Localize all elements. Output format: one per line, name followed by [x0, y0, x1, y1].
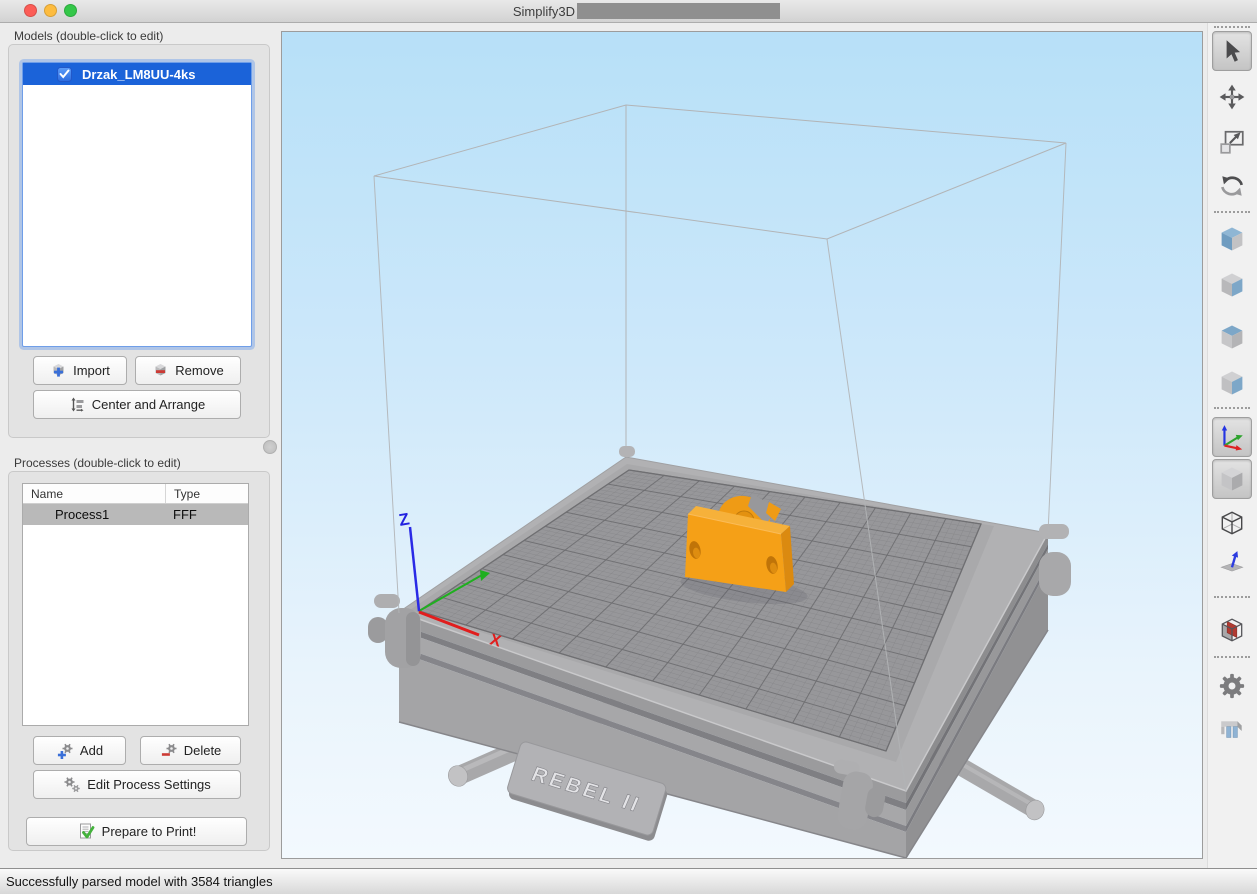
remove-cube-icon [152, 363, 169, 379]
edit-process-icon [63, 776, 81, 793]
z-axis-label: Z [397, 509, 411, 530]
build-volume-wireframe-back [374, 105, 1066, 457]
models-panel-label: Models (double-click to edit) [14, 29, 163, 43]
prepare-to-print-icon [77, 823, 96, 840]
cross-section-button[interactable] [1212, 610, 1252, 650]
add-process-icon [56, 742, 74, 759]
models-list[interactable]: Drzak_LM8UU-4ks [22, 62, 252, 347]
checkmark-icon [59, 69, 70, 79]
column-header-name[interactable]: Name [23, 484, 165, 503]
support-structures-icon [1218, 717, 1246, 745]
import-button-label: Import [73, 363, 110, 378]
toolbar-separator [1214, 211, 1250, 215]
surface-normal-icon [1218, 549, 1246, 577]
view-side-cube-icon [1217, 368, 1247, 398]
import-button[interactable]: Import [33, 356, 127, 385]
tool-scale-button[interactable] [1212, 122, 1252, 162]
tool-select-cursor-button[interactable] [1212, 31, 1252, 71]
axes-icon [1218, 423, 1246, 451]
process-type-cell: FFF [165, 507, 248, 522]
z-axis [410, 527, 419, 611]
column-header-type[interactable]: Type [165, 484, 248, 503]
delete-button-label: Delete [184, 743, 222, 758]
toolbar-separator [1214, 407, 1250, 411]
prepare-to-print-label: Prepare to Print! [102, 824, 197, 839]
scale-icon [1218, 128, 1246, 156]
center-and-arrange-button[interactable]: Center and Arrange [33, 390, 241, 419]
remove-button[interactable]: Remove [135, 356, 241, 385]
status-message: Successfully parsed model with 3584 tria… [6, 874, 273, 889]
cursor-icon [1218, 37, 1246, 65]
cross-section-icon [1218, 616, 1246, 644]
title-redaction-block [577, 3, 780, 19]
import-cube-icon [50, 363, 67, 379]
view-default-button[interactable] [1212, 219, 1252, 259]
window-title: Simplify3D [300, 4, 575, 19]
center-arrange-icon [69, 397, 86, 413]
view-bottom-button[interactable] [1212, 265, 1252, 305]
process-table-header: Name Type [23, 484, 248, 504]
process-row[interactable]: Process1 FFF [23, 504, 248, 525]
remove-button-label: Remove [175, 363, 223, 378]
process-name-cell: Process1 [23, 507, 165, 522]
move-icon [1218, 83, 1246, 111]
toggle-wireframe-button[interactable] [1212, 503, 1252, 543]
viewport-3d[interactable]: X Z REBEL II [281, 31, 1203, 859]
view-bottom-cube-icon [1217, 270, 1247, 300]
view-front-button[interactable] [1212, 317, 1252, 357]
delete-process-button[interactable]: Delete [140, 736, 241, 765]
model-name: Drzak_LM8UU-4ks [82, 67, 195, 82]
gear-icon [1217, 671, 1247, 701]
toolbar-separator [1214, 656, 1250, 660]
prepare-to-print-button[interactable]: Prepare to Print! [26, 817, 247, 846]
title-bar: Simplify3D [0, 0, 1257, 23]
scene-canvas: X Z REBEL II [282, 32, 1202, 858]
tool-move-button[interactable] [1212, 77, 1252, 117]
toggle-solid-model-button[interactable] [1212, 459, 1252, 499]
view-default-cube-icon [1217, 224, 1247, 254]
view-side-button[interactable] [1212, 363, 1252, 403]
minimize-window-button[interactable] [44, 4, 57, 17]
view-front-cube-icon [1217, 322, 1247, 352]
solid-cube-icon [1217, 464, 1247, 494]
close-window-button[interactable] [24, 4, 37, 17]
edit-process-settings-button[interactable]: Edit Process Settings [33, 770, 241, 799]
zoom-window-button[interactable] [64, 4, 77, 17]
toolbar-separator [1214, 596, 1250, 600]
rotate-icon [1218, 172, 1246, 200]
toolbar-separator [1214, 26, 1250, 30]
add-process-button[interactable]: Add [33, 736, 126, 765]
center-arrange-button-label: Center and Arrange [92, 397, 205, 412]
processes-panel-label: Processes (double-click to edit) [14, 456, 181, 470]
wireframe-cube-icon [1218, 509, 1246, 537]
toggle-normals-button[interactable] [1212, 543, 1252, 583]
panel-splitter-handle[interactable] [263, 440, 277, 454]
toggle-axes-button[interactable] [1212, 417, 1252, 457]
tool-rotate-button[interactable] [1212, 166, 1252, 206]
edit-process-settings-label: Edit Process Settings [87, 777, 211, 792]
delete-process-icon [160, 742, 178, 759]
machine-settings-button[interactable] [1212, 666, 1252, 706]
model-list-item[interactable]: Drzak_LM8UU-4ks [23, 63, 251, 85]
model-visibility-checkbox[interactable] [57, 67, 72, 82]
support-structures-button[interactable] [1212, 711, 1252, 751]
process-table[interactable]: Name Type Process1 FFF [22, 483, 249, 726]
add-button-label: Add [80, 743, 103, 758]
status-bar: Successfully parsed model with 3584 tria… [0, 868, 1257, 894]
